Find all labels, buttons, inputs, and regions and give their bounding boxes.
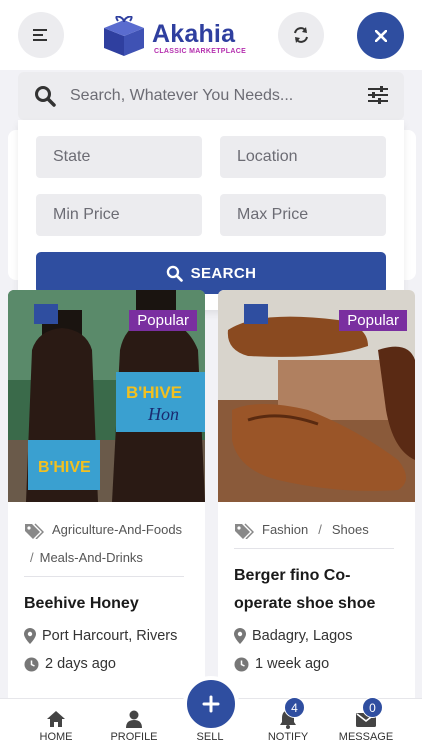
product-location: Badagry, Lagos <box>234 628 414 644</box>
popular-badge: Popular <box>129 310 197 331</box>
sell-button[interactable] <box>183 676 239 732</box>
svg-text:Hon: Hon <box>147 404 179 424</box>
min-price-field[interactable] <box>36 194 202 236</box>
plus-icon <box>202 695 220 713</box>
product-card[interactable]: Popular Fashion / Shoes Berger fino Co-ope… <box>218 290 415 710</box>
state-field[interactable] <box>36 136 202 178</box>
location-text: Badagry, Lagos <box>252 628 353 644</box>
svg-text:B'HIVE: B'HIVE <box>38 459 91 476</box>
nav-label: HOME <box>39 731 73 743</box>
gift-box-icon <box>104 16 144 56</box>
nav-notify[interactable]: 4 NOTIFY <box>253 697 323 743</box>
location-field[interactable] <box>220 136 386 178</box>
location-text: Port Harcourt, Rivers <box>42 628 178 644</box>
divider <box>24 576 184 577</box>
product-image[interactable]: Popular <box>218 290 415 502</box>
svg-text:B'HIVE: B'HIVE <box>126 383 182 402</box>
nav-label: MESSAGE <box>338 731 394 743</box>
product-posted-time: 1 week ago <box>234 656 414 672</box>
category-link[interactable]: Shoes <box>332 522 369 537</box>
notify-count-badge: 4 <box>284 697 305 718</box>
brand-tagline: CLASSIC MARKETPLACE <box>154 48 247 55</box>
menu-button[interactable] <box>18 12 64 58</box>
message-count-badge: 0 <box>362 697 383 718</box>
product-image[interactable]: B'HIVE B'HIVE Hon Popular <box>8 290 205 502</box>
category-breadcrumb: Fashion / Shoes <box>234 516 404 544</box>
bookmark-icon[interactable] <box>34 304 58 324</box>
tag-icon <box>235 523 254 539</box>
refresh-button[interactable] <box>278 12 324 58</box>
app-header: Akahia CLASSIC MARKETPLACE <box>0 0 422 70</box>
menu-icon <box>33 29 47 41</box>
popular-badge: Popular <box>339 310 407 331</box>
category-link[interactable]: Meals-And-Drinks <box>40 550 143 565</box>
product-card[interactable]: B'HIVE B'HIVE Hon Popular Agriculture-An… <box>8 290 205 710</box>
filter-icon[interactable] <box>368 86 388 104</box>
category-link[interactable]: Fashion <box>262 522 308 537</box>
nav-profile[interactable]: PROFILE <box>99 709 169 743</box>
product-location: Port Harcourt, Rivers <box>24 628 204 644</box>
refresh-icon <box>294 27 308 43</box>
brand-name: Akahia <box>152 20 236 48</box>
close-icon <box>374 29 387 42</box>
breadcrumb-separator: / <box>30 550 34 565</box>
product-posted-time: 2 days ago <box>24 656 204 672</box>
search-icon <box>35 86 56 107</box>
clock-icon <box>24 657 39 671</box>
bookmark-icon[interactable] <box>244 304 268 324</box>
nav-sell-label[interactable]: SELL <box>175 731 245 743</box>
clock-icon <box>234 657 249 671</box>
nav-home[interactable]: HOME <box>21 709 91 743</box>
category-breadcrumb: Agriculture-And-Foods / Meals-And-Drinks <box>24 516 194 572</box>
profile-icon <box>126 710 142 728</box>
product-title[interactable]: Beehive Honey <box>24 590 194 618</box>
search-icon <box>166 265 183 282</box>
nav-label: NOTIFY <box>267 731 309 743</box>
max-price-field[interactable] <box>220 194 386 236</box>
home-icon <box>47 711 65 727</box>
posted-text: 1 week ago <box>255 656 330 672</box>
location-icon <box>24 628 36 644</box>
filter-panel: SEARCH <box>18 120 404 310</box>
search-input[interactable] <box>70 80 360 112</box>
nav-label: SELL <box>196 731 224 743</box>
breadcrumb-separator: / <box>318 522 322 537</box>
search-bar <box>18 72 404 120</box>
divider <box>234 548 394 549</box>
brand-logo[interactable]: Akahia CLASSIC MARKETPLACE <box>98 10 258 60</box>
nav-message[interactable]: 0 MESSAGE <box>331 697 401 743</box>
nav-label: PROFILE <box>110 731 158 743</box>
product-title[interactable]: Berger fino Co-operate shoe shoe <box>234 562 404 618</box>
posted-text: 2 days ago <box>45 656 116 672</box>
tag-icon <box>25 523 44 539</box>
search-button[interactable]: SEARCH <box>36 252 386 294</box>
close-button[interactable] <box>357 12 404 59</box>
location-icon <box>234 628 246 644</box>
search-button-label: SEARCH <box>190 264 257 282</box>
category-link[interactable]: Agriculture-And-Foods <box>52 522 182 537</box>
